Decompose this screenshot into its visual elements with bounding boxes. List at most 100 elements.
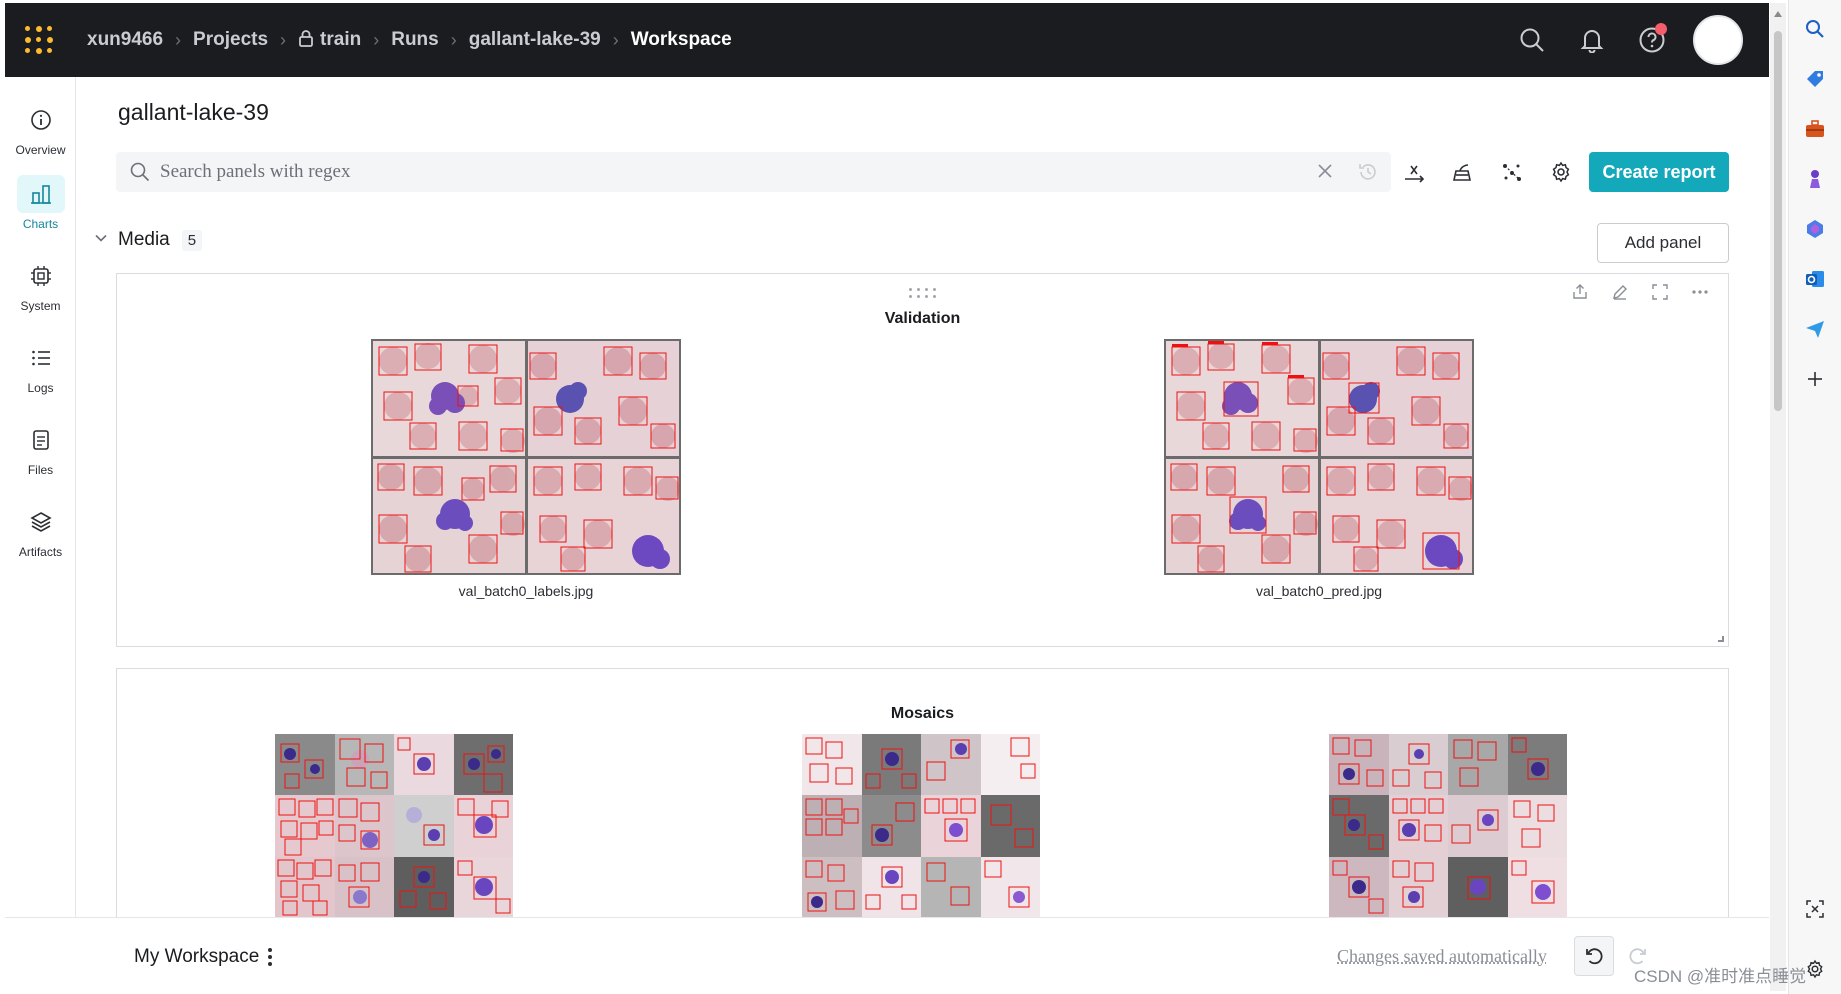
mosaic-tile bbox=[921, 734, 981, 796]
layers-icon bbox=[17, 503, 65, 541]
add-panel-button[interactable]: Add panel bbox=[1597, 223, 1729, 263]
mosaic-tile bbox=[980, 795, 1040, 857]
briefcase-icon[interactable] bbox=[1802, 116, 1828, 142]
avatar[interactable] bbox=[1693, 15, 1743, 65]
kebab-menu-icon[interactable] bbox=[267, 946, 273, 973]
x-axis-settings-icon[interactable] bbox=[1400, 158, 1428, 186]
mosaic-tile bbox=[1448, 856, 1508, 918]
watermark: CSDN @准时准点睡觉 bbox=[1634, 967, 1807, 986]
image-tile bbox=[527, 458, 679, 573]
chevron-right-icon: › bbox=[612, 29, 619, 50]
sidebar-item-label: Charts bbox=[22, 217, 59, 231]
sidebar-item-label: System bbox=[20, 299, 61, 313]
drag-handle-icon[interactable] bbox=[909, 288, 939, 298]
mosaic-tile bbox=[1388, 795, 1448, 857]
mosaic-tile bbox=[394, 795, 454, 857]
mosaic-tile bbox=[1329, 856, 1389, 918]
mosaic-tile bbox=[980, 856, 1040, 918]
breadcrumb-run[interactable]: gallant-lake-39 bbox=[469, 29, 601, 51]
mosaic-tile bbox=[334, 795, 394, 857]
sidebar-item-files[interactable]: Files bbox=[5, 421, 76, 477]
scroll-up-arrow-icon[interactable] bbox=[1774, 11, 1782, 17]
mosaic-tile bbox=[275, 795, 335, 857]
gear-icon[interactable] bbox=[1547, 158, 1575, 186]
mosaic-tile bbox=[394, 734, 454, 796]
image-caption: val_batch0_pred.jpg bbox=[1255, 583, 1383, 599]
search-icon[interactable] bbox=[1513, 21, 1551, 59]
mosaic-tile bbox=[1448, 795, 1508, 857]
undo-icon bbox=[1586, 948, 1603, 965]
outlook-icon[interactable] bbox=[1802, 266, 1828, 292]
section-header-media[interactable]: Media 5 bbox=[94, 229, 203, 251]
breadcrumb-projects[interactable]: Projects bbox=[193, 29, 268, 51]
sidebar-item-logs[interactable]: Logs bbox=[5, 339, 76, 395]
mosaic-tile bbox=[1507, 734, 1567, 796]
mosaic-tile bbox=[394, 856, 454, 918]
scrollbar-thumb[interactable] bbox=[1774, 31, 1782, 411]
media-image-pred[interactable]: val_batch0_pred.jpg bbox=[1164, 339, 1474, 599]
edit-icon[interactable] bbox=[1610, 282, 1630, 302]
mosaic-tile bbox=[1507, 856, 1567, 918]
image-caption: val_batch0_labels.jpg bbox=[458, 583, 594, 599]
mosaic-image[interactable] bbox=[1329, 734, 1567, 918]
create-report-button[interactable]: Create report bbox=[1589, 152, 1729, 192]
bar-chart-icon bbox=[16, 175, 65, 213]
breadcrumb-workspace: Workspace bbox=[630, 29, 732, 50]
outliers-icon[interactable] bbox=[1498, 158, 1526, 186]
fullscreen-icon[interactable] bbox=[1650, 282, 1670, 302]
chess-piece-icon[interactable] bbox=[1802, 166, 1828, 192]
smoothing-icon[interactable] bbox=[1448, 158, 1476, 186]
send-icon[interactable] bbox=[1802, 316, 1828, 342]
mosaic-tile bbox=[1329, 734, 1389, 796]
search-input[interactable] bbox=[160, 161, 1310, 183]
image-grid bbox=[1164, 339, 1474, 575]
info-icon bbox=[17, 101, 65, 139]
more-icon[interactable] bbox=[1690, 282, 1710, 302]
scrollbar[interactable] bbox=[1770, 3, 1786, 991]
share-icon[interactable] bbox=[1570, 282, 1590, 302]
image-tile bbox=[1320, 458, 1472, 573]
mosaic-image[interactable] bbox=[802, 734, 1040, 918]
mosaic-tile bbox=[1448, 734, 1508, 796]
top-nav: xun9466 › Projects › train › Runs › gall… bbox=[5, 3, 1769, 77]
bell-icon[interactable] bbox=[1573, 21, 1611, 59]
page-title: gallant-lake-39 bbox=[118, 99, 269, 125]
chevron-right-icon: › bbox=[175, 29, 182, 50]
image-tile bbox=[1166, 458, 1318, 573]
media-image-labels[interactable]: val_batch0_labels.jpg bbox=[371, 339, 681, 599]
sidebar: Overview Charts System Logs Files Artifa… bbox=[5, 77, 76, 917]
mosaic-tile bbox=[980, 734, 1040, 796]
sidebar-item-label: Logs bbox=[27, 381, 54, 395]
copilot-icon[interactable] bbox=[1802, 216, 1828, 242]
help-icon[interactable] bbox=[1633, 21, 1671, 59]
breadcrumb-project-label: train bbox=[320, 29, 362, 50]
workspace-name[interactable]: My Workspace bbox=[134, 946, 259, 968]
mosaic-tile bbox=[453, 734, 513, 796]
tag-icon[interactable] bbox=[1802, 66, 1828, 92]
screenshot-icon[interactable] bbox=[1802, 896, 1828, 922]
breadcrumb-runs[interactable]: Runs bbox=[391, 29, 439, 51]
sidebar-item-charts[interactable]: Charts bbox=[5, 175, 76, 231]
sidebar-item-system[interactable]: System bbox=[5, 257, 76, 313]
resize-handle-icon[interactable] bbox=[1718, 636, 1724, 642]
panel-mosaics: Mosaics bbox=[116, 668, 1729, 918]
panel-search-bar bbox=[116, 152, 1391, 192]
mosaic-tile bbox=[802, 795, 862, 857]
breadcrumb-project[interactable]: train bbox=[298, 29, 361, 51]
sidebar-item-overview[interactable]: Overview bbox=[5, 101, 76, 157]
image-tile bbox=[373, 341, 525, 456]
undo-button[interactable] bbox=[1574, 936, 1614, 976]
panel-validation: Validation val_batch0_labels.jpg val_bat… bbox=[116, 273, 1729, 647]
wandb-logo[interactable] bbox=[21, 22, 57, 58]
sidebar-item-artifacts[interactable]: Artifacts bbox=[5, 503, 76, 559]
image-grid bbox=[371, 339, 681, 575]
sidebar-item-label: Overview bbox=[15, 143, 66, 157]
plus-icon[interactable] bbox=[1802, 366, 1828, 392]
search-icon[interactable] bbox=[1802, 16, 1828, 42]
close-icon[interactable] bbox=[1315, 161, 1335, 186]
chevron-down-icon[interactable] bbox=[94, 231, 108, 250]
mosaic-image[interactable] bbox=[275, 734, 513, 918]
history-icon[interactable] bbox=[1357, 161, 1379, 188]
mosaic-tile bbox=[275, 856, 335, 918]
breadcrumb-user[interactable]: xun9466 bbox=[87, 29, 163, 51]
